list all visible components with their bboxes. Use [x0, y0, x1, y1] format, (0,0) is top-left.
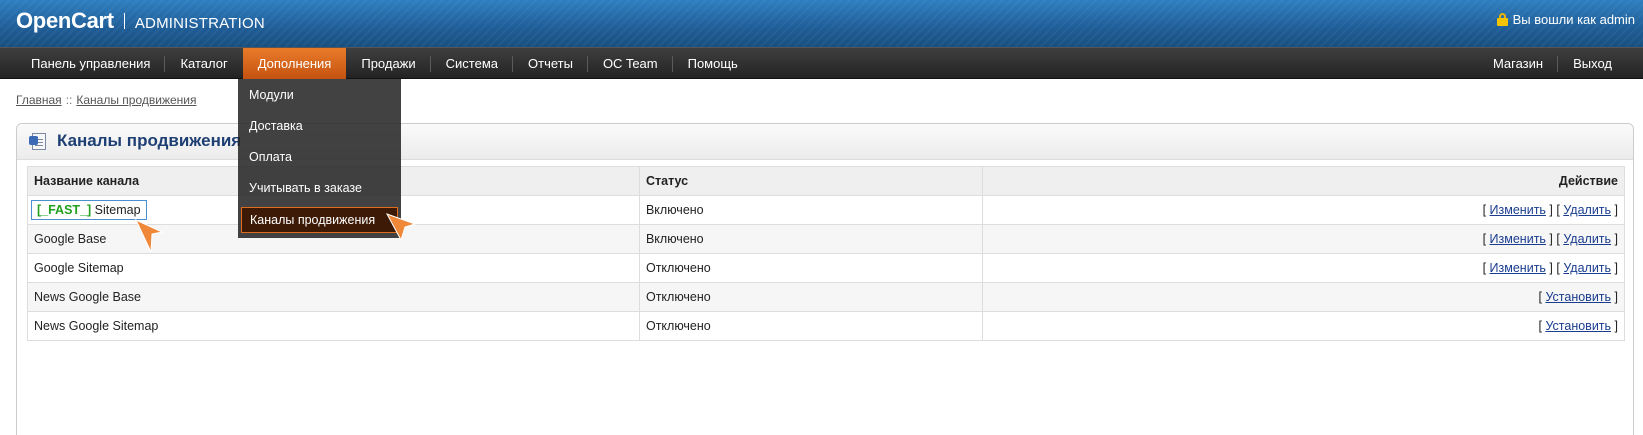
feed-status: Включено	[638, 195, 983, 225]
install-link[interactable]: Установить	[1545, 290, 1611, 304]
column-header-action: Действие	[981, 166, 1626, 196]
feed-name: News Google Base	[27, 282, 640, 312]
logo[interactable]: OpenCart ADMINISTRATION	[16, 8, 265, 34]
dropdown-item-product-feeds[interactable]: Каналы продвижения	[241, 207, 398, 233]
delete-link[interactable]: Удалить	[1563, 203, 1611, 217]
feed-status: Отключено	[638, 282, 983, 312]
menu-item-sales[interactable]: Продажи	[346, 48, 431, 79]
logo-divider	[123, 13, 125, 29]
lock-icon	[1496, 13, 1508, 26]
edit-link[interactable]: Изменить	[1490, 203, 1546, 217]
extensions-dropdown: Модули Доставка Оплата Учитывать в заказ…	[238, 79, 401, 238]
feed-name-highlight: [_FAST_] Sitemap	[31, 200, 147, 220]
menu-item-reports[interactable]: Отчеты	[513, 48, 588, 79]
feed-icon	[29, 133, 48, 151]
menu-item-extensions[interactable]: Дополнения	[242, 48, 347, 79]
logo-name: OpenCart	[16, 8, 114, 33]
delete-link[interactable]: Удалить	[1563, 261, 1611, 275]
breadcrumb: Главная:: Каналы продвижения	[16, 93, 196, 107]
feed-name: Sitemap	[94, 203, 141, 217]
menu-right: Магазин Выход	[1478, 48, 1627, 79]
edit-link[interactable]: Изменить	[1490, 232, 1546, 246]
table-row: News Google Base Отключено [ Установить …	[27, 282, 1626, 312]
logged-in-status: Вы вошли как admin	[1496, 12, 1635, 27]
feed-status: Отключено	[638, 253, 983, 283]
feed-status: Включено	[638, 224, 983, 254]
menu-item-logout[interactable]: Выход	[1558, 48, 1627, 79]
delete-link[interactable]: Удалить	[1563, 232, 1611, 246]
feed-actions: [ Изменить ] [ Удалить ]	[981, 224, 1626, 254]
feed-actions: [ Установить ]	[981, 311, 1626, 341]
breadcrumb-home[interactable]: Главная	[16, 93, 62, 107]
dropdown-item-payment[interactable]: Оплата	[241, 145, 398, 176]
table-row: Google Sitemap Отключено [ Изменить ] [ …	[27, 253, 1626, 283]
menu-item-dashboard[interactable]: Панель управления	[16, 48, 166, 79]
menu-item-store[interactable]: Магазин	[1478, 48, 1559, 79]
logo-subtitle: ADMINISTRATION	[134, 15, 265, 32]
dropdown-item-modules[interactable]: Модули	[241, 83, 398, 114]
feed-actions: [ Изменить ] [ Удалить ]	[981, 253, 1626, 283]
annotation-arrow-icon	[134, 218, 164, 253]
main-menu: Панель управления Каталог Дополнения Про…	[0, 47, 1643, 79]
menu-left: Панель управления Каталог Дополнения Про…	[16, 48, 753, 79]
feed-status: Отключено	[638, 311, 983, 341]
annotation-arrow-icon	[385, 213, 417, 242]
dropdown-item-shipping[interactable]: Доставка	[241, 114, 398, 145]
breadcrumb-current[interactable]: Каналы продвижения	[76, 93, 196, 107]
dropdown-item-order-totals[interactable]: Учитывать в заказе	[241, 176, 398, 207]
table-row: News Google Sitemap Отключено [ Установи…	[27, 311, 1626, 341]
menu-item-help[interactable]: Помощь	[673, 48, 753, 79]
fast-prefix: [_FAST_]	[37, 203, 92, 217]
install-link[interactable]: Установить	[1545, 319, 1611, 333]
menu-item-system[interactable]: Система	[431, 48, 514, 79]
feed-actions: [ Изменить ] [ Удалить ]	[981, 195, 1626, 225]
edit-link[interactable]: Изменить	[1490, 261, 1546, 275]
column-header-status[interactable]: Статус	[638, 166, 983, 196]
logged-in-text: Вы вошли как admin	[1512, 12, 1635, 27]
feed-actions: [ Установить ]	[981, 282, 1626, 312]
header: OpenCart ADMINISTRATION Вы вошли как adm…	[0, 0, 1643, 47]
page-title: Каналы продвижения	[57, 131, 242, 150]
menu-item-oc-team[interactable]: OC Team	[588, 48, 673, 79]
feed-name: Google Sitemap	[27, 253, 640, 283]
menu-item-catalog[interactable]: Каталог	[165, 48, 242, 79]
feed-name: News Google Sitemap	[27, 311, 640, 341]
breadcrumb-separator: ::	[65, 93, 73, 107]
